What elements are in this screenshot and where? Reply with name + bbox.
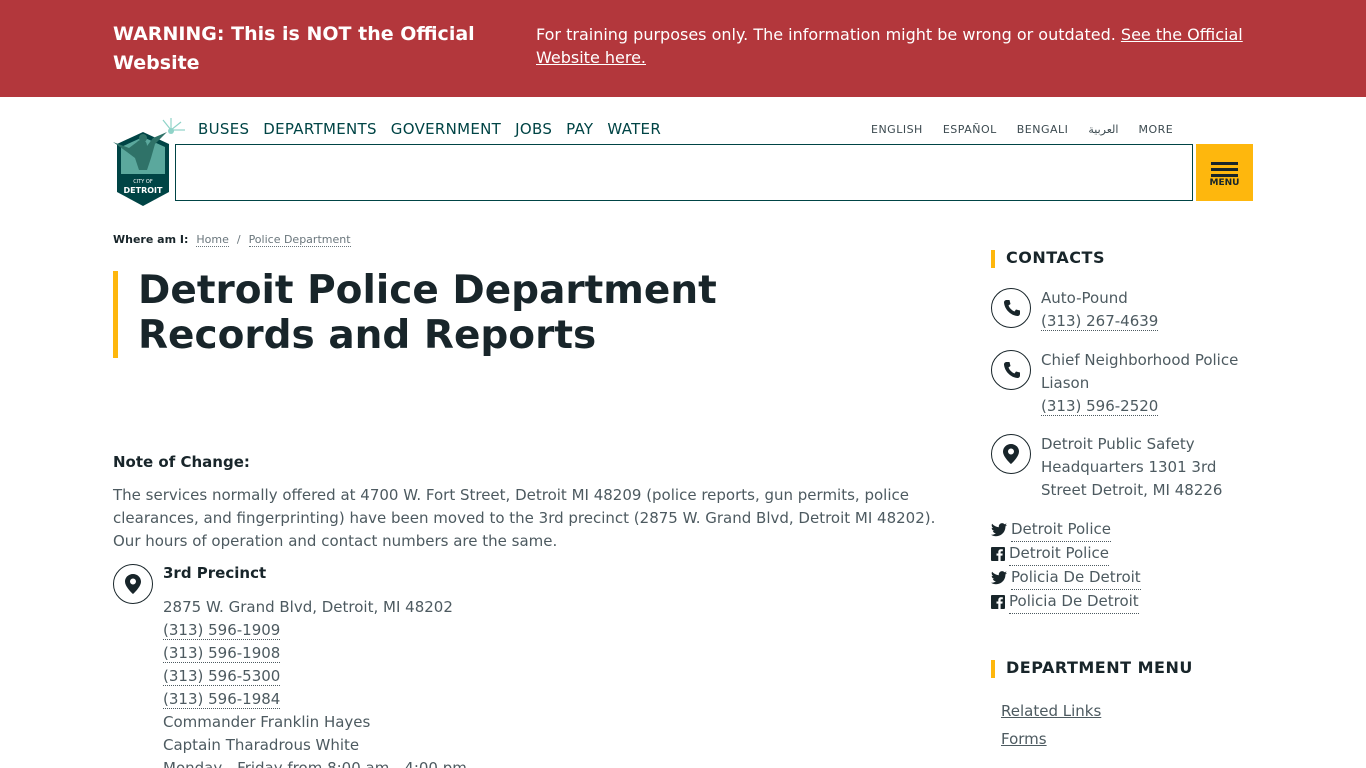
note-body: The services normally offered at 4700 W.… (113, 486, 936, 550)
logo-detroit-text: DETROIT (124, 186, 164, 195)
nav-item-buses[interactable]: BUSES (198, 119, 249, 139)
precinct-details: 2875 W. Grand Blvd, Detroit, MI 48202 (3… (163, 596, 467, 768)
phone-icon (991, 288, 1031, 328)
precinct-commander: Commander Franklin Hayes (163, 713, 371, 731)
contact-phone-link[interactable]: (313) 596-2520 (1041, 397, 1159, 416)
department-menu: Related Links Forms (1001, 697, 1101, 753)
phone-icon (991, 350, 1031, 390)
contact-auto-pound: Auto-Pound (313) 267-4639 (1041, 287, 1241, 333)
language-espanol[interactable]: ESPAÑOL (943, 122, 997, 138)
menu-button[interactable]: MENU (1196, 144, 1253, 201)
contacts-heading: CONTACTS (1006, 248, 1105, 267)
contact-phone-link[interactable]: (313) 267-4639 (1041, 312, 1159, 331)
language-bengali[interactable]: BENGALI (1017, 122, 1069, 138)
warning-message: For training purposes only. The informat… (536, 25, 1121, 44)
menu-label: MENU (1209, 178, 1240, 188)
nav-item-departments[interactable]: DEPARTMENTS (263, 119, 377, 139)
contact-name: Auto-Pound (1041, 289, 1128, 307)
precinct-captain: Captain Tharadrous White (163, 736, 360, 754)
contact-address: Detroit Public Safety Headquarters 1301 … (1041, 435, 1223, 499)
department-menu-heading: DEPARTMENT MENU (1006, 658, 1193, 677)
language-selector: ENGLISH ESPAÑOL BENGALI العربية MORE (871, 122, 1173, 138)
breadcrumb-police-department[interactable]: Police Department (248, 233, 351, 247)
warning-text: For training purposes only. The informat… (536, 23, 1256, 69)
breadcrumb-home[interactable]: Home (196, 233, 229, 247)
warning-banner: WARNING: This is NOT the Official Websit… (0, 0, 1366, 97)
contact-headquarters: Detroit Public Safety Headquarters 1301 … (1041, 433, 1241, 502)
facebook-icon (991, 547, 1005, 561)
warning-title: WARNING: This is NOT the Official Websit… (113, 23, 475, 74)
logo-city-of-text: CITY OF (133, 179, 153, 185)
precinct-address: 2875 W. Grand Blvd, Detroit, MI 48202 (163, 598, 453, 616)
title-accent-bar (113, 271, 118, 358)
map-pin-icon (113, 564, 153, 604)
facebook-icon (991, 595, 1005, 609)
twitter-icon (991, 571, 1007, 585)
main-navigation: BUSES DEPARTMENTS GOVERNMENT JOBS PAY WA… (198, 119, 661, 139)
page-title: Detroit Police Department Records and Re… (138, 268, 717, 358)
social-link-twitter[interactable]: Detroit Police (1011, 518, 1111, 542)
precinct-phone-link[interactable]: (313) 596-5300 (163, 667, 281, 686)
social-links: Detroit Police Detroit Police Policia De… (991, 518, 1141, 614)
department-link-related-links[interactable]: Related Links (1001, 697, 1101, 725)
language-more[interactable]: MORE (1138, 122, 1173, 138)
nav-item-pay[interactable]: PAY (566, 119, 593, 139)
nav-item-water[interactable]: WATER (607, 119, 661, 139)
contact-neighborhood-liason: Chief Neighborhood Police Liason (313) 5… (1041, 349, 1241, 418)
search-input[interactable] (175, 144, 1193, 201)
precinct-phone-link[interactable]: (313) 596-1909 (163, 621, 281, 640)
nav-item-government[interactable]: GOVERNMENT (391, 119, 501, 139)
breadcrumb-separator: / (236, 233, 241, 246)
contact-name: Chief Neighborhood Police Liason (1041, 351, 1239, 392)
department-menu-accent-bar (991, 660, 995, 678)
social-link-twitter[interactable]: Policia De Detroit (1011, 566, 1141, 590)
department-link-forms[interactable]: Forms (1001, 725, 1101, 753)
breadcrumb: Where am I: Home / Police Department (113, 233, 351, 247)
contacts-accent-bar (991, 250, 995, 268)
language-english[interactable]: ENGLISH (871, 122, 923, 138)
social-link-facebook[interactable]: Detroit Police (1009, 542, 1109, 566)
nav-item-jobs[interactable]: JOBS (515, 119, 552, 139)
map-pin-icon (991, 434, 1031, 474)
precinct-phone-link[interactable]: (313) 596-1908 (163, 644, 281, 663)
twitter-icon (991, 523, 1007, 537)
breadcrumb-label: Where am I: (113, 233, 189, 246)
note-heading: Note of Change: (113, 453, 250, 471)
precinct-hours: Monday - Friday from 8:00 am - 4:00 pm (163, 759, 467, 768)
social-link-facebook[interactable]: Policia De Detroit (1009, 590, 1139, 614)
precinct-name: 3rd Precinct (163, 564, 267, 582)
language-arabic[interactable]: العربية (1088, 122, 1118, 138)
precinct-phone-link[interactable]: (313) 596-1984 (163, 690, 281, 709)
